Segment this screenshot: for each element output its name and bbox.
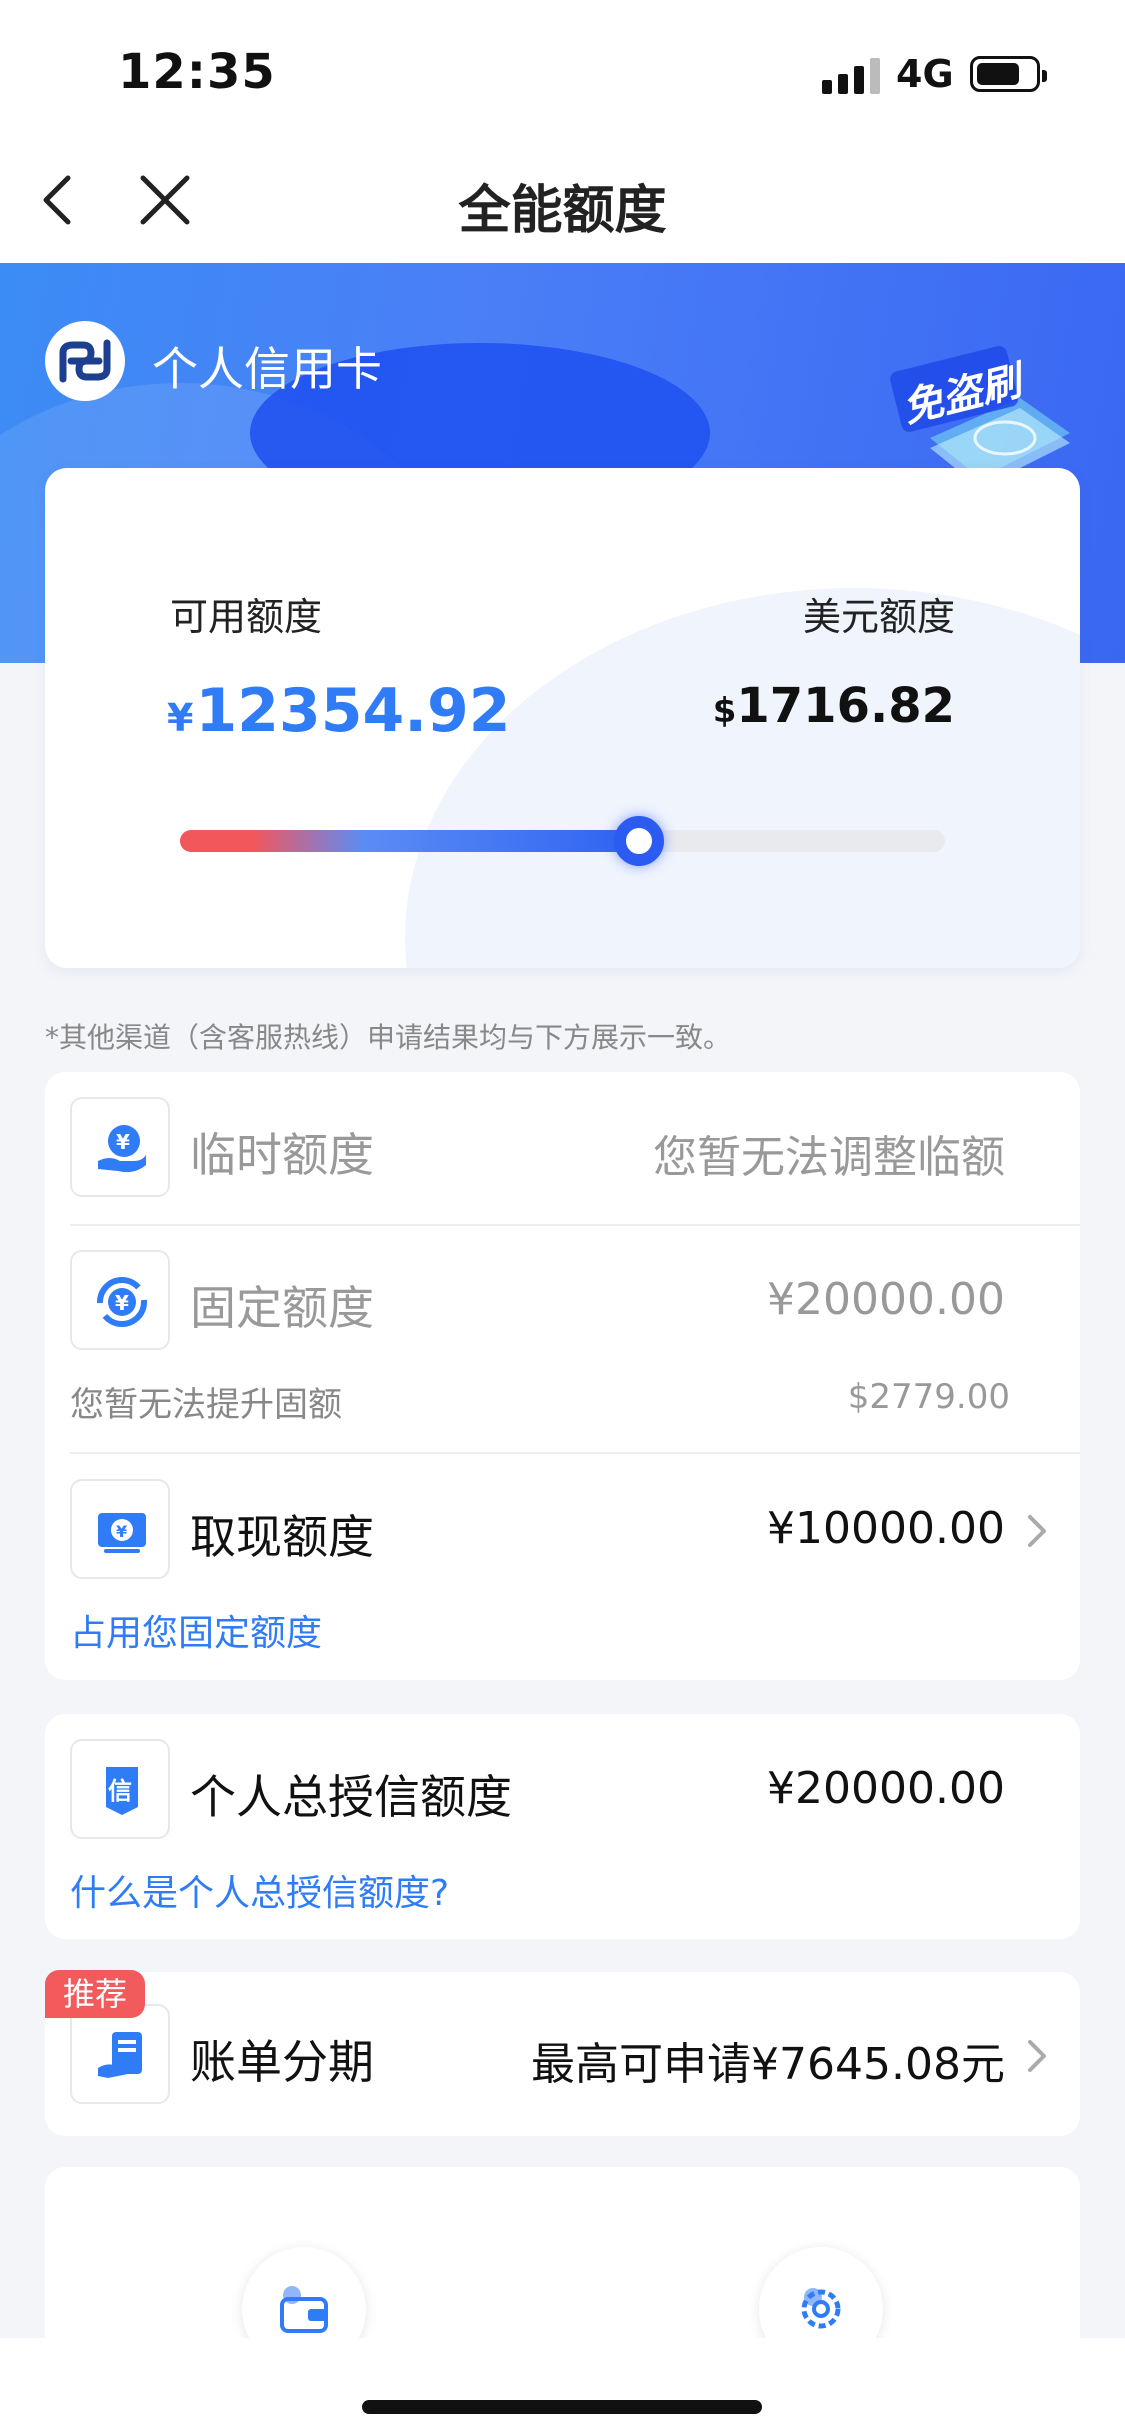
status-time: 12:35 (118, 44, 276, 100)
temp-limit-label: 临时额度 (190, 1128, 374, 1182)
yuan-cash-icon: ¥ (70, 1479, 170, 1579)
total-credit-value: ¥20000.00 (767, 1763, 1005, 1814)
cash-limit-value: ¥10000.00 (767, 1503, 1005, 1554)
available-limit-value: ¥12354.92 (167, 676, 511, 746)
bank-logo-icon (45, 321, 125, 401)
nav-bar: 全能额度 (0, 140, 1125, 263)
total-credit-help-link[interactable]: 什么是个人总授信额度? (70, 1864, 449, 1916)
wallet-icon (280, 2286, 328, 2333)
total-credit-label: 个人总授信额度 (190, 1770, 512, 1824)
battery-icon (970, 56, 1047, 92)
usd-limit-label: 美元额度 (802, 595, 955, 639)
usage-slider (180, 816, 945, 866)
svg-text:¥: ¥ (116, 1130, 130, 1154)
svg-text:¥: ¥ (116, 1522, 127, 1541)
usd-limit-value: $1716.82 (712, 678, 955, 734)
status-bar: 12:35 4G (0, 0, 1125, 140)
available-limit-label: 可用额度 (170, 595, 323, 639)
chevron-right-icon (1028, 2040, 1046, 2072)
home-area (0, 2338, 1125, 2435)
fixed-limit-note: 您暂无法提升固额 (70, 1385, 342, 1425)
usage-slider-fill (180, 830, 639, 852)
page-title: 全能额度 (458, 181, 667, 241)
svg-text:¥: ¥ (115, 1291, 129, 1315)
credit-doc-icon: 信 (70, 1739, 170, 1839)
usage-slider-thumb (614, 816, 664, 866)
fixed-limit-usd: $2779.00 (847, 1377, 1010, 1417)
network-type: 4G (896, 52, 954, 96)
fixed-limit-value: ¥20000.00 (767, 1274, 1005, 1325)
cash-limit-label: 取现额度 (190, 1510, 374, 1564)
yuan-hand-icon: ¥ (70, 1097, 170, 1197)
temp-limit-value: 您暂无法调整临额 (653, 1132, 1005, 1183)
installment-row[interactable]: 账单分期 最高可申请¥7645.08元 (45, 2004, 1080, 2104)
fixed-limit-row: ¥ 固定额度 ¥20000.00 (45, 1250, 1080, 1350)
notice-text: *其他渠道（含客服热线）申请结果均与下方展示一致。 (45, 1021, 732, 1054)
fixed-limit-label: 固定额度 (190, 1281, 374, 1335)
yuan-cycle-icon: ¥ (70, 1250, 170, 1350)
temp-limit-row[interactable]: ¥ 临时额度 您暂无法调整临额 (45, 1097, 1080, 1197)
cash-limit-row[interactable]: ¥ 取现额度 ¥10000.00 (45, 1479, 1080, 1579)
installment-icon (70, 2004, 170, 2104)
signal-icon (822, 58, 880, 94)
installment-panel[interactable]: 账单分期 最高可申请¥7645.08元 (45, 1972, 1080, 2136)
chevron-right-icon (1028, 1515, 1046, 1547)
limit-card: 可用额度 美元额度 ¥12354.92 $1716.82 (45, 468, 1080, 968)
total-credit-row: 信 个人总授信额度 ¥20000.00 (45, 1739, 1080, 1839)
gear-icon (801, 2288, 841, 2329)
total-credit-panel: 信 个人总授信额度 ¥20000.00 什么是个人总授信额度? (45, 1714, 1080, 1939)
recommend-tag: 推荐 (45, 1970, 146, 2018)
card-type-title: 个人信用卡 (152, 342, 382, 396)
limits-panel: ¥ 临时额度 您暂无法调整临额 ¥ 固定额度 ¥20000.00 您暂无法提升固… (45, 1072, 1080, 1680)
cash-limit-link[interactable]: 占用您固定额度 (70, 1604, 322, 1656)
svg-text:信: 信 (108, 1777, 132, 1805)
installment-label: 账单分期 (190, 2035, 374, 2089)
installment-value: 最高可申请¥7645.08元 (531, 2039, 1005, 2090)
home-indicator[interactable] (362, 2400, 762, 2414)
